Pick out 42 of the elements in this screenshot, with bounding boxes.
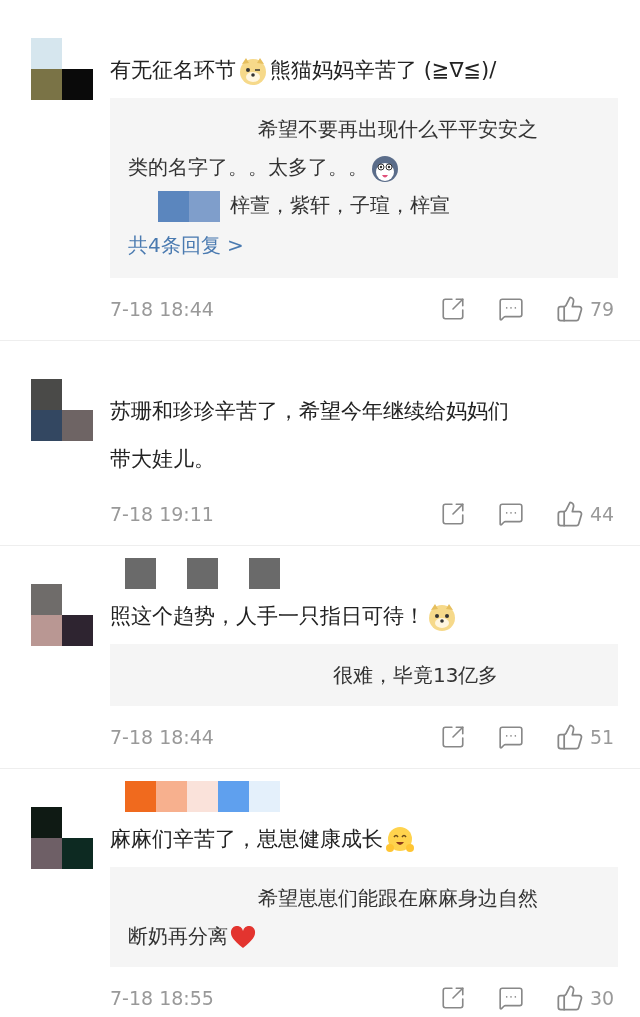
share-icon[interactable] bbox=[440, 296, 466, 322]
like-icon[interactable] bbox=[556, 984, 584, 1012]
blurred-username bbox=[158, 191, 220, 222]
comment-icon[interactable] bbox=[498, 985, 524, 1011]
more-replies-link[interactable]: 共4条回复 > bbox=[128, 224, 600, 266]
comment-icon[interactable] bbox=[498, 501, 524, 527]
heart-icon bbox=[230, 925, 256, 950]
comment-icon[interactable] bbox=[498, 296, 524, 322]
comment-text: 麻麻们辛苦了，崽崽健康成长 bbox=[110, 827, 383, 851]
share-icon[interactable] bbox=[440, 985, 466, 1011]
like-icon[interactable] bbox=[556, 295, 584, 323]
comment-text: 希望不要再出现什么平平安安之 bbox=[258, 117, 538, 141]
dog-emoji-icon bbox=[238, 56, 268, 86]
comment-text: 有无征名环节 bbox=[110, 58, 236, 82]
comment-text: 梓萱，紫轩，子瑄，梓宣 bbox=[230, 193, 450, 217]
like-count: 30 bbox=[590, 985, 616, 1011]
comment-text: 希望崽崽们能跟在麻麻身边自然 bbox=[258, 886, 538, 910]
like-count: 51 bbox=[590, 724, 616, 750]
avatar[interactable] bbox=[31, 807, 93, 869]
comment-icon[interactable] bbox=[498, 724, 524, 750]
comment-text: 很难，毕竟13亿多 bbox=[333, 663, 499, 687]
comment-time: 7-18 18:44 bbox=[110, 724, 215, 750]
like-count: 44 bbox=[590, 501, 616, 527]
comment-text: 苏珊和珍珍辛苦了，希望今年继续给妈妈们 bbox=[110, 399, 509, 423]
comment-time: 7-18 19:11 bbox=[110, 501, 215, 527]
like-icon[interactable] bbox=[556, 500, 584, 528]
smiling-face-emoji-icon bbox=[385, 825, 415, 855]
comment-text: 类的名字了。。太多了。。 bbox=[128, 155, 368, 179]
comment-time: 7-18 18:55 bbox=[110, 985, 215, 1011]
avatar[interactable] bbox=[31, 38, 93, 100]
comment-text: 断奶再分离 bbox=[128, 924, 228, 948]
comment-text: 熊猫妈妈辛苦了 (≧∇≦)/ bbox=[270, 58, 497, 82]
avatar[interactable] bbox=[31, 584, 93, 646]
dog-emoji-icon bbox=[427, 602, 457, 632]
like-icon[interactable] bbox=[556, 723, 584, 751]
avatar[interactable] bbox=[31, 379, 93, 441]
comment-time: 7-18 18:44 bbox=[110, 296, 215, 322]
comment-text: 照这个趋势，人手一只指日可待！ bbox=[110, 604, 425, 628]
like-count: 79 bbox=[590, 296, 616, 322]
share-icon[interactable] bbox=[440, 724, 466, 750]
comment-text: 带大娃儿。 bbox=[110, 447, 215, 471]
share-icon[interactable] bbox=[440, 501, 466, 527]
